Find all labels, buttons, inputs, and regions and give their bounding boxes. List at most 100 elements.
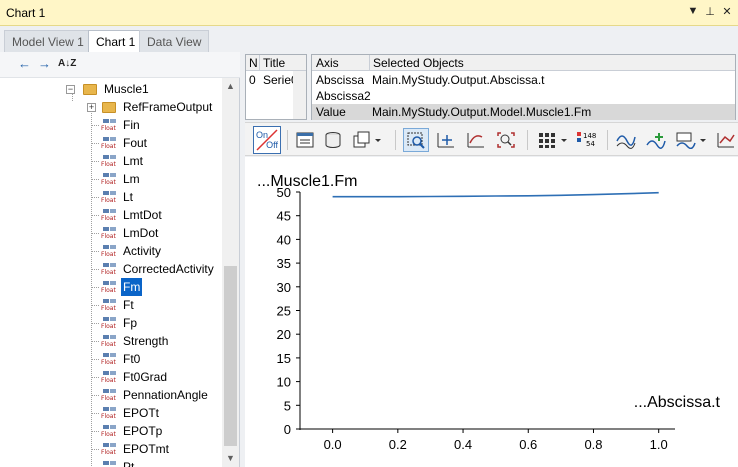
tree-item-label: Ft0Grad xyxy=(123,370,168,384)
axis-row-abscissa2[interactable]: Abscissa2 xyxy=(312,88,735,104)
tree-guide-line xyxy=(91,287,99,288)
column-header-n[interactable]: N xyxy=(249,55,258,71)
copy-dropdown-button[interactable] xyxy=(350,128,384,152)
svg-text:Float: Float xyxy=(101,143,116,150)
collapse-icon[interactable]: − xyxy=(66,85,75,94)
auto-scale-button[interactable] xyxy=(463,128,489,152)
tree-item-pennationangle[interactable]: Float PennationAngle xyxy=(100,386,220,404)
column-header-title[interactable]: Title xyxy=(259,55,285,71)
svg-text:Float: Float xyxy=(101,395,116,402)
tree-item-fout[interactable]: Float Fout xyxy=(100,134,220,152)
on-off-toggle-button[interactable]: On Off xyxy=(253,126,281,154)
y-tick-label: 20 xyxy=(277,327,291,342)
back-arrow-icon[interactable]: ← xyxy=(18,56,31,71)
grid-dropdown-button[interactable] xyxy=(535,128,571,152)
tab-data-view[interactable]: Data View xyxy=(139,30,210,52)
tree-guide-line xyxy=(91,413,99,414)
tree-item-epotp[interactable]: Float EPOTp xyxy=(100,422,220,440)
y-tick-label: 5 xyxy=(284,398,291,413)
add-series-button[interactable] xyxy=(643,128,669,152)
tree-item-lt[interactable]: Float Lt xyxy=(100,188,220,206)
tree-item-lmt[interactable]: Float Lmt xyxy=(100,152,220,170)
svg-text:Float: Float xyxy=(101,215,116,222)
float-variable-icon: Float xyxy=(101,191,116,204)
tree-node-refframeoutput[interactable]: + RefFrameOutput xyxy=(85,98,220,116)
tree-guide-line xyxy=(91,197,99,198)
svg-text:Float: Float xyxy=(101,323,116,330)
zoom-box-button[interactable] xyxy=(403,128,429,152)
model-tree-panel: ← → A↓Z − Muscle1 + RefFrameOutput Float… xyxy=(0,52,240,467)
chart-properties-button[interactable] xyxy=(292,128,318,152)
close-icon[interactable]: ✕ xyxy=(720,5,734,18)
toolbar-separator xyxy=(287,130,288,150)
tree-node-label: Muscle1 xyxy=(104,82,149,96)
series-list-scrollbar[interactable] xyxy=(293,71,306,119)
tree-item-label: Ft0 xyxy=(123,352,141,366)
tree-item-label: Fin xyxy=(123,118,140,132)
pin-icon[interactable]: ⊥ xyxy=(703,5,717,18)
float-variable-icon: Float xyxy=(101,173,116,186)
tree-guide-line xyxy=(91,341,99,342)
column-header-selected-objects[interactable]: Selected Objects xyxy=(369,55,464,71)
zoom-selection-icon xyxy=(407,132,425,149)
window-title: Chart 1 xyxy=(6,6,46,20)
svg-text:Float: Float xyxy=(101,287,116,294)
line-chart[interactable]: 051015202530354045500.0 0.2 0.4 0.6 0.8 1.0..… xyxy=(245,157,738,467)
title-bar: Chart 1 ▼ ⊥ ✕ xyxy=(0,0,738,26)
x-tick-label: 0.6 xyxy=(519,437,537,452)
tree-node-muscle1[interactable]: − Muscle1 xyxy=(66,80,216,98)
tree-item-epott[interactable]: Float EPOTt xyxy=(100,404,220,422)
series-list-header: N Title xyxy=(246,55,306,71)
tab-chart-1[interactable]: Chart 1 xyxy=(88,30,144,53)
tree-item-ft[interactable]: Float Ft xyxy=(100,296,220,314)
tree-scrollbar[interactable]: ▲ ▼ xyxy=(222,78,239,467)
forward-arrow-icon[interactable]: → xyxy=(38,56,51,71)
tree-item-fp[interactable]: Float Fp xyxy=(100,314,220,332)
float-variable-icon: Float xyxy=(101,407,116,420)
tree-item-correctedactivity[interactable]: Float CorrectedActivity xyxy=(100,260,220,278)
tree-item-fm[interactable]: Float Fm xyxy=(100,278,220,296)
chart-plot-area[interactable]: 0 5 10 15 20 25 30 35 40 45 50 0.0 0.2 0.4 0.6 0.8 1.0..… xyxy=(245,157,738,467)
x-tick-label: 0.0 xyxy=(324,437,342,452)
y-tick-label: 15 xyxy=(277,351,291,366)
axis-row-abscissa[interactable]: Abscissa Main.MyStudy.Output.Abscissa.t xyxy=(312,72,735,88)
curve-zoom-icon xyxy=(467,133,484,148)
float-variable-icon: Float xyxy=(101,317,116,330)
sort-alphabetical-icon[interactable]: A↓Z xyxy=(58,58,76,69)
scrollbar-thumb[interactable] xyxy=(224,266,237,446)
tab-model-view-1[interactable]: Model View 1 xyxy=(4,30,92,52)
show-values-button[interactable]: 148 54 xyxy=(575,128,601,152)
toolbar-separator xyxy=(527,130,528,150)
tree-item-ft0[interactable]: Float Ft0 xyxy=(100,350,220,368)
tree-item-fin[interactable]: Float Fin xyxy=(100,116,220,134)
tree-item-lmdot[interactable]: Float LmDot xyxy=(100,224,220,242)
tree-item-pt[interactable]: Float Pt xyxy=(100,458,220,467)
svg-text:Float: Float xyxy=(101,179,116,186)
pan-icon xyxy=(437,133,454,148)
grid-icon xyxy=(539,133,567,148)
tree-item-label: Ft xyxy=(123,298,134,312)
scroll-down-icon[interactable]: ▼ xyxy=(226,453,235,463)
zoom-fit-button[interactable] xyxy=(493,128,519,152)
tree-item-epotmt[interactable]: Float EPOTmt xyxy=(100,440,220,458)
tree-item-ft0grad[interactable]: Float Ft0Grad xyxy=(100,368,220,386)
series-row-n[interactable]: 0 xyxy=(249,72,256,88)
series-options-dropdown-button[interactable] xyxy=(673,128,709,152)
dropdown-icon[interactable]: ▼ xyxy=(686,5,700,17)
series-style-button[interactable] xyxy=(613,128,639,152)
float-variable-icon: Float xyxy=(101,353,116,366)
column-header-axis[interactable]: Axis xyxy=(316,55,339,71)
pan-button[interactable] xyxy=(433,128,459,152)
chart-type-button[interactable] xyxy=(715,128,737,152)
database-button[interactable] xyxy=(320,128,346,152)
float-variable-icon: Float xyxy=(101,335,116,348)
scroll-up-icon[interactable]: ▲ xyxy=(226,81,235,91)
axis-row-value[interactable]: Value Main.MyStudy.Output.Model.Muscle1.… xyxy=(312,104,735,120)
tree-item-strength[interactable]: Float Strength xyxy=(100,332,220,350)
expand-icon[interactable]: + xyxy=(87,103,96,112)
tree-item-lmtdot[interactable]: Float LmtDot xyxy=(100,206,220,224)
tree-item-activity[interactable]: Float Activity xyxy=(100,242,220,260)
y-axis-label: ...Muscle1.Fm xyxy=(257,173,357,190)
tree-guide-line xyxy=(91,305,99,306)
tree-item-lm[interactable]: Float Lm xyxy=(100,170,220,188)
